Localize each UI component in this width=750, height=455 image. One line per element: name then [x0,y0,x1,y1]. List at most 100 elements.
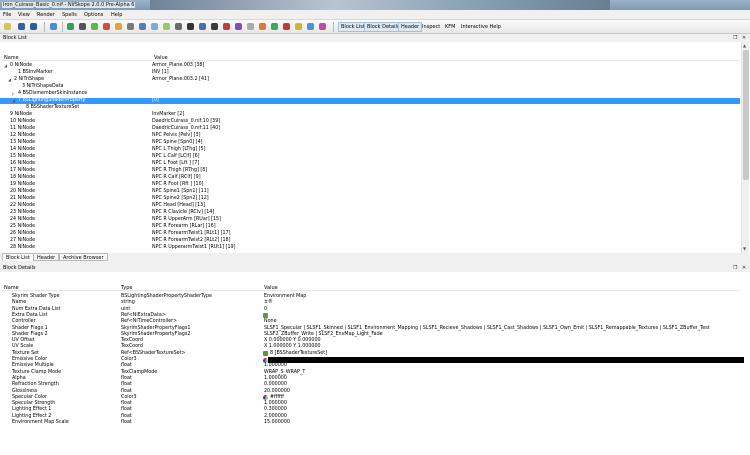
details-row[interactable]: Alpha float 1.000000 [0,376,740,382]
details-field-value[interactable]: X 1.000000 Y 1.000000 [264,344,321,350]
constraints-icon[interactable] [271,23,278,30]
details-row[interactable]: Emissive Color Color3 [0,357,744,363]
menu-spells[interactable]: Spells [62,12,77,18]
details-field-value[interactable]: 2.000000 [264,414,287,420]
details-row[interactable]: Texture Clamp Mode TexClampMode WRAP_S_WRA… [0,370,740,376]
view-front-icon[interactable] [139,23,146,30]
details-row[interactable]: Name string ±® [0,300,740,306]
tree-row[interactable]: 13 NiNode NPC Spine [Spn0] [4] [0,140,740,146]
array-icon[interactable] [263,313,268,319]
details-row[interactable]: Specular Color Color3 #ffffff [0,395,740,401]
color-wheel-icon[interactable] [263,395,268,401]
details-row[interactable]: Refraction Strength float 0.000000 [0,382,740,388]
texture-icon[interactable] [199,23,206,30]
interactive-help-button[interactable]: Interactive Help [459,23,503,31]
tree-row[interactable]: ▷ 4 BSDismemberSkinInstance [0,91,740,97]
lighting-icon[interactable] [259,23,266,30]
details-field-value[interactable]: 0.300000 [264,407,287,413]
inspect-button[interactable]: Inspect [420,23,442,31]
details-field-value[interactable]: 20.000000 [264,389,290,395]
flag-icon[interactable] [115,23,122,30]
header-toggle-button[interactable]: Header [398,22,423,32]
details-field-value[interactable]: WRAP_S_WRAP_T [264,370,305,376]
tree-row[interactable]: 9 NiNode InvMarker [2] [0,112,740,118]
tree-row[interactable]: 20 NiNode NPC Spine1 [Spn1] [11] [0,189,740,195]
tree-row[interactable]: 21 NiNode NPC Spine2 [Spn2] [12] [0,196,740,202]
details-field-value[interactable]: 1.000000 [264,376,287,382]
save-icon[interactable] [18,23,25,30]
close-dock-icon[interactable]: ✕ [742,35,746,41]
column-name[interactable]: Name [4,285,19,291]
details-field-value[interactable]: #ffffff [270,395,284,401]
tree-row[interactable]: 24 NiNode NPC R UpperArm [RUar] [15] [0,217,740,223]
details-row[interactable]: Skyrim Shader Type BSLightingShaderProper… [0,294,740,300]
menu-options[interactable]: Options [84,12,103,18]
tree-row[interactable]: 3 NiTriShapeData [0,84,740,90]
tree-row[interactable]: 18 NiNode NPC R Calf [RClf] [9] [0,175,740,181]
open-file-icon[interactable] [4,23,11,30]
markers-icon[interactable] [283,23,290,30]
collapse-arrow-icon[interactable]: ◢ [8,77,11,83]
details-field-value[interactable]: 0 [264,307,267,313]
details-row[interactable]: UV Offset TexCoord X 0.000000 Y 0.000000 [0,338,740,344]
shader-icon[interactable] [235,23,242,30]
tree-row[interactable]: 22 NiNode NPC Head [Head] [13] [0,203,740,209]
eye-icon[interactable] [175,23,182,30]
tab-block-list[interactable]: Block List [2,253,34,261]
view-top-icon[interactable] [151,23,158,30]
link-block-icon[interactable] [263,351,268,357]
cube-icon[interactable] [91,23,98,30]
scroll-down-icon[interactable]: ▼ [743,246,746,251]
menu-help[interactable]: Help [111,12,122,18]
collapse-arrow-icon[interactable]: ◢ [12,98,15,104]
float-dock-icon[interactable]: ❒ [733,265,737,271]
tree-row[interactable]: 8 BSShaderTextureSet [0,105,740,111]
animation-icon[interactable] [307,23,314,30]
details-row[interactable]: Shader Flags 2 SkyrimShaderPropertyFlags2… [0,332,740,338]
wireframe-icon[interactable] [187,23,194,30]
column-name[interactable]: Name [4,55,19,61]
grid-icon[interactable] [103,23,110,30]
kfm-button[interactable]: KFM [443,23,457,31]
tree-row[interactable]: ◢ 7 BSLightingShaderProperty [0] [0,98,740,104]
details-field-value[interactable]: SLSF2_ZBuffer_Write | SLSF2_EnvMap_Light… [264,332,383,338]
tree-row[interactable]: ◢ 0 NiNode Armor_Plane.003 [38] [0,63,740,69]
details-row[interactable]: Num Extra Data List uint 0 [0,307,740,313]
view-side-icon[interactable] [163,23,170,30]
tab-archive-browser[interactable]: Archive Browser [59,253,108,261]
skeleton-icon[interactable] [295,23,302,30]
details-field-value[interactable]: SLSF1_Specular | SLSF1_Skinned | SLSF1_E… [264,326,710,332]
details-field-value[interactable]: 8 [BSShaderTextureSet] [270,351,327,357]
details-row[interactable]: Controller Ref<NiTimeController> None [0,319,740,325]
menu-file[interactable]: File [3,12,11,18]
details-field-value[interactable]: None [264,319,277,325]
block-details-toggle-button[interactable]: Block Details [364,22,403,32]
camera-icon[interactable] [79,23,86,30]
tree-row[interactable]: 12 NiNode NPC Pelvis [Pelv] [3] [0,133,740,139]
reload-icon[interactable] [50,23,57,30]
tree-row[interactable]: 25 NiNode NPC R Forearm [RLar] [16] [0,224,740,230]
tree-row[interactable]: 11 NiNode DaedricCuirass_0.nif:11 [40] [0,126,740,132]
details-field-value[interactable]: 0.000000 [264,382,287,388]
tree-row[interactable]: 10 NiNode DaedricCuirass_0.nif:10 [39] [0,119,740,125]
normals-icon[interactable] [223,23,230,30]
save-as-icon[interactable] [30,23,37,30]
details-field-value[interactable]: ±® [264,300,273,306]
details-row[interactable]: Lighting Effect 1 float 0.300000 [0,407,740,413]
scroll-up-icon[interactable]: ▲ [743,43,746,48]
vertex-color-icon[interactable] [211,23,218,30]
close-dock-icon[interactable]: ✕ [742,265,746,271]
details-row[interactable]: Extra Data List Ref<NiExtraData> [0,313,740,319]
tree-row[interactable]: 26 NiNode NPC R ForearmTwist1 [RLt1] [17] [0,231,740,237]
details-row[interactable]: Glossiness float 20.000000 [0,389,740,395]
tree-row[interactable]: 23 NiNode NPC R Clavicle [RClv] [14] [0,210,740,216]
emissive-color-swatch[interactable] [268,357,744,363]
hidden-icon[interactable] [247,23,254,30]
details-row[interactable]: Specular Strength float 1.000000 [0,401,740,407]
tree-row[interactable]: 1 BSInvMarker INV [1] [0,70,740,76]
details-row[interactable]: Lighting Effect 2 float 2.000000 [0,414,740,420]
scrollbar-thumb[interactable] [743,50,749,180]
collapse-arrow-icon[interactable]: ◢ [4,63,7,69]
tree-row[interactable]: 15 NiNode NPC L Calf [LClf] [6] [0,154,740,160]
collision-icon[interactable] [319,23,326,30]
